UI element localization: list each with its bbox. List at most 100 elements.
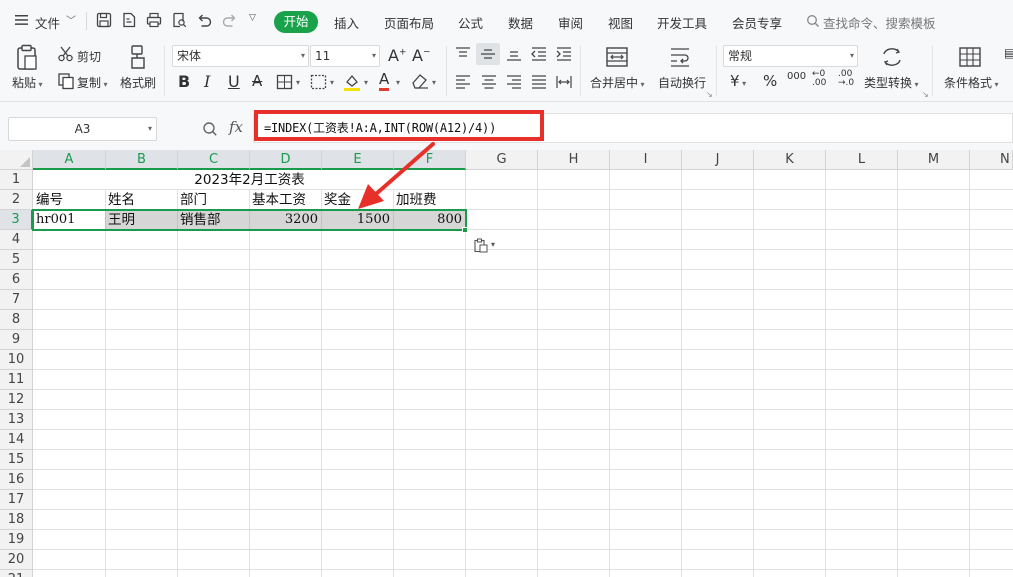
row-header-9[interactable]: 9	[0, 330, 33, 350]
align-middle-button[interactable]	[476, 43, 500, 65]
row-header-8[interactable]: 8	[0, 310, 33, 330]
column-header-l[interactable]: L	[826, 150, 898, 170]
copy-button[interactable]: 复制 ▾	[77, 74, 108, 91]
currency-button[interactable]: ¥ ▾	[730, 72, 746, 90]
chevron-down-icon[interactable]: ▾	[432, 78, 436, 87]
row-header-10[interactable]: 10	[0, 350, 33, 370]
column-header-h[interactable]: H	[538, 150, 610, 170]
cell-a2[interactable]: 编号	[36, 190, 63, 210]
insert-function-button[interactable]: fx	[229, 118, 243, 136]
increase-font-button[interactable]: A+	[388, 46, 407, 65]
bold-button[interactable]: B	[178, 72, 190, 91]
row-header-20[interactable]: 20	[0, 550, 33, 570]
column-header-a[interactable]: A	[33, 150, 106, 170]
zoom-icon[interactable]	[202, 121, 218, 137]
row-header-13[interactable]: 13	[0, 410, 33, 430]
row-header-19[interactable]: 19	[0, 530, 33, 550]
merge-center-icon[interactable]	[605, 46, 629, 68]
row-header-5[interactable]: 5	[0, 250, 33, 270]
dialog-launcher-icon[interactable]: ↘	[706, 90, 713, 99]
type-convert-icon[interactable]	[880, 46, 904, 68]
number-format-select[interactable]: 常规 ▾	[723, 45, 858, 67]
font-size-select[interactable]: 11 ▾	[310, 45, 380, 67]
customize-toolbar-icon[interactable]: ▽	[249, 13, 256, 23]
spreadsheet-grid[interactable]: A B C D E F G H I J K L M N 1 2 3 4 5 6 …	[0, 150, 1013, 577]
increase-indent-icon[interactable]	[555, 46, 573, 62]
row-header-6[interactable]: 6	[0, 270, 33, 290]
more-ribbon-icon[interactable]: ▤	[1004, 46, 1013, 60]
row-header-4[interactable]: 4	[0, 230, 33, 250]
file-menu[interactable]: 文件	[35, 13, 60, 32]
percent-button[interactable]: %	[763, 72, 777, 90]
cut-button[interactable]: 剪切	[77, 48, 101, 65]
wrap-text-icon[interactable]	[668, 46, 692, 68]
cell-b2[interactable]: 姓名	[108, 190, 135, 210]
italic-button[interactable]: I	[204, 72, 210, 91]
column-header-k[interactable]: K	[754, 150, 826, 170]
column-header-g[interactable]: G	[466, 150, 538, 170]
font-name-select[interactable]: 宋体 ▾	[172, 45, 309, 67]
cell-c2[interactable]: 部门	[180, 190, 207, 210]
select-all-corner[interactable]	[0, 150, 33, 170]
align-center-icon[interactable]	[480, 74, 498, 90]
conditional-format-button[interactable]: 条件格式 ▾	[944, 74, 999, 91]
tab-insert[interactable]: 插入	[334, 13, 359, 32]
row-header-15[interactable]: 15	[0, 450, 33, 470]
name-box[interactable]: A3 ▾	[8, 117, 157, 141]
eraser-icon[interactable]	[410, 72, 430, 90]
wrap-text-button[interactable]: 自动换行	[658, 74, 706, 91]
cell-style-icon[interactable]	[310, 74, 328, 90]
underline-button[interactable]: U	[228, 72, 240, 91]
column-header-n[interactable]: N	[970, 150, 1013, 170]
merge-center-button[interactable]: 合并居中 ▾	[590, 74, 645, 91]
row-header-1[interactable]: 1	[0, 170, 33, 190]
row-header-17[interactable]: 17	[0, 490, 33, 510]
cell-d2[interactable]: 基本工资	[252, 190, 306, 210]
tab-view[interactable]: 视图	[608, 13, 633, 32]
align-top-icon[interactable]	[454, 46, 472, 62]
column-header-m[interactable]: M	[898, 150, 970, 170]
decrease-decimal-button[interactable]: .00 →.0	[838, 70, 854, 88]
format-painter-button[interactable]: 格式刷	[120, 74, 156, 91]
column-header-f[interactable]: F	[394, 150, 466, 170]
copy-icon[interactable]	[57, 72, 75, 90]
type-convert-button[interactable]: 类型转换 ▾	[864, 74, 919, 91]
tab-developer[interactable]: 开发工具	[657, 13, 707, 32]
justify-icon[interactable]	[530, 74, 548, 90]
tab-member[interactable]: 会员专享	[732, 13, 782, 32]
align-bottom-icon[interactable]	[505, 46, 523, 62]
row-header-21[interactable]: 21	[0, 570, 33, 577]
chevron-down-icon[interactable]: ▾	[296, 78, 300, 87]
cell-f2[interactable]: 加班费	[396, 190, 437, 210]
print-preview-icon[interactable]	[170, 11, 188, 29]
thousands-button[interactable]: 000	[787, 71, 806, 82]
paste-icon[interactable]	[14, 44, 40, 72]
chevron-down-icon[interactable]: ﹀	[66, 12, 76, 27]
row-header-14[interactable]: 14	[0, 430, 33, 450]
print-icon[interactable]	[145, 11, 163, 29]
format-painter-icon[interactable]	[128, 44, 148, 72]
decrease-indent-icon[interactable]	[530, 46, 548, 62]
decrease-font-button[interactable]: A−	[412, 46, 431, 65]
distributed-icon[interactable]	[555, 74, 573, 90]
increase-decimal-button[interactable]: ←0.00	[812, 70, 826, 88]
scissors-icon[interactable]	[57, 45, 75, 63]
tab-home[interactable]: 开始	[274, 11, 318, 33]
paste-options-button[interactable]: ▾	[470, 237, 500, 255]
column-header-c[interactable]: C	[178, 150, 250, 170]
tab-page-layout[interactable]: 页面布局	[384, 13, 434, 32]
column-header-j[interactable]: J	[682, 150, 754, 170]
tab-data[interactable]: 数据	[508, 13, 533, 32]
column-header-b[interactable]: B	[106, 150, 178, 170]
cell-e2[interactable]: 奖金	[324, 190, 351, 210]
column-header-i[interactable]: I	[610, 150, 682, 170]
align-right-icon[interactable]	[505, 74, 523, 90]
redo-icon[interactable]	[221, 11, 239, 29]
row-header-11[interactable]: 11	[0, 370, 33, 390]
fill-color-icon[interactable]	[342, 72, 362, 92]
borders-icon[interactable]	[276, 74, 294, 90]
paste-button[interactable]: 粘贴 ▾	[12, 74, 43, 91]
align-left-icon[interactable]	[454, 74, 472, 90]
row-header-18[interactable]: 18	[0, 510, 33, 530]
row-header-3[interactable]: 3	[0, 210, 33, 230]
